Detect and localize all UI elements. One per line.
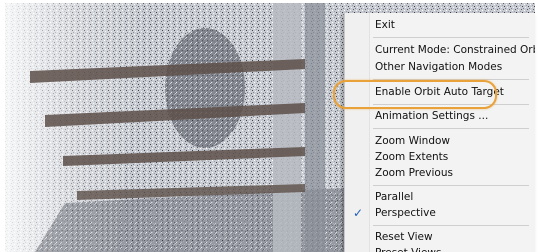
menu-item-label: Exit	[375, 19, 395, 31]
app-window: Exit Current Mode: Constrained Orbit Oth…	[0, 0, 540, 252]
menu-item-label: Perspective	[375, 207, 436, 219]
menu-item-zoom-previous[interactable]: Zoom Previous	[345, 164, 535, 182]
menu-separator	[373, 128, 529, 129]
menu-separator	[373, 79, 529, 80]
menu-item-label: Zoom Previous	[375, 167, 453, 179]
menu-item-label: Other Navigation Modes	[375, 61, 503, 73]
menu-item-label: Animation Settings ...	[375, 110, 489, 122]
menu-item-animation-settings[interactable]: Animation Settings ...	[345, 107, 535, 125]
menu-item-preset-views[interactable]: Preset Views	[345, 244, 535, 252]
menu-separator	[373, 37, 529, 38]
menu-separator	[373, 185, 529, 186]
menu-item-label: Enable Orbit Auto Target	[375, 86, 504, 98]
menu-item-current-mode[interactable]: Current Mode: Constrained Orbit	[345, 41, 535, 59]
menu-item-label: Preset Views	[375, 244, 441, 252]
menu-item-perspective[interactable]: ✓ Perspective	[345, 204, 535, 222]
menu-item-exit[interactable]: Exit	[345, 16, 535, 34]
menu-separator	[373, 225, 529, 226]
context-menu: Exit Current Mode: Constrained Orbit Oth…	[344, 13, 535, 252]
menu-separator	[373, 104, 529, 105]
menu-item-other-navigation-modes[interactable]: Other Navigation Modes	[345, 58, 535, 76]
menu-item-label: Current Mode: Constrained Orbit	[375, 44, 535, 56]
check-icon: ✓	[353, 206, 364, 220]
menu-item-enable-orbit-auto-target[interactable]: Enable Orbit Auto Target	[345, 83, 535, 101]
